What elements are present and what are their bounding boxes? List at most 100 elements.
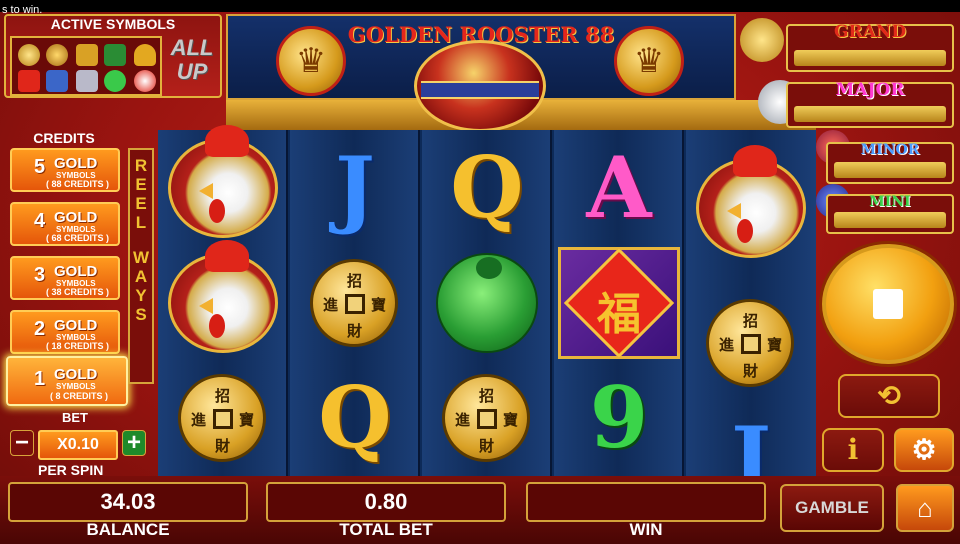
settings-button[interactable]: ⚙ <box>894 428 954 472</box>
coin-char: 財 <box>347 322 363 340</box>
jackpot-mini: MINI <box>826 194 954 234</box>
bet-value: X0.10 <box>38 430 118 460</box>
credit-option-credits: ( 68 CREDITS ) <box>46 233 110 243</box>
total-bet-value: 0.80 <box>266 482 506 522</box>
reel-symbol-fu: 福 <box>554 245 684 360</box>
letter-q-icon: Q <box>318 368 392 467</box>
credit-option-num: 4 <box>34 210 46 232</box>
home-button[interactable]: ⌂ <box>896 484 954 532</box>
active-symbols-grid <box>10 36 162 96</box>
coin-char: 財 <box>743 362 759 380</box>
credit-option-num: 5 <box>34 156 46 178</box>
jackpot-mini-bar <box>834 212 946 228</box>
coin-char: 進 <box>455 411 471 429</box>
info-button[interactable]: i <box>822 428 884 472</box>
game-frame: s to win. ACTIVE SYMBOLS ALL UP GOLDEN R… <box>0 0 960 544</box>
reel-ways-letter: Y <box>135 286 147 305</box>
credit-option-num: 3 <box>34 264 46 286</box>
credit-option-4[interactable]: 4 GOLD SYMBOLS ( 68 CREDITS ) <box>10 202 120 246</box>
spin-stop-button[interactable] <box>822 244 954 364</box>
balance-label: BALANCE <box>86 520 170 539</box>
lantern-icon <box>76 44 98 66</box>
letter-j-icon: J <box>335 138 375 237</box>
credit-option-gold: GOLD <box>54 155 98 172</box>
top-notice-bar: s to win. <box>0 0 960 16</box>
reel-2: J 招 進 寶 財 Q <box>290 130 420 476</box>
reel-ways-letter: E <box>135 175 147 194</box>
coin-char: 進 <box>323 296 339 314</box>
bet-decrease-button[interactable]: − <box>10 430 34 456</box>
letter-a-icon: A <box>586 138 652 237</box>
reel-3: Q 招 進 寶 財 <box>422 130 552 476</box>
jackpot-mini-label: MINI <box>869 194 911 210</box>
reel-symbol-jade <box>422 245 552 360</box>
jackpot-grand-label: GRAND <box>833 22 907 42</box>
reel-ways-letter: W <box>132 248 150 267</box>
credit-option-5[interactable]: 5 GOLD SYMBOLS ( 88 CREDITS ) <box>10 148 120 192</box>
reel-symbol-9: 9 <box>554 360 684 475</box>
home-icon: ⌂ <box>917 493 933 523</box>
credit-option-1[interactable]: 1 GOLD SYMBOLS ( 8 CREDITS ) <box>6 356 128 406</box>
coin-char: 進 <box>191 411 207 429</box>
letter-q-icon: Q <box>450 138 524 237</box>
balance-value: 34.03 <box>8 482 248 522</box>
jade-dragon-icon <box>436 253 538 353</box>
reel-ways-letter: A <box>134 267 148 286</box>
bet-increase-button[interactable]: + <box>122 430 146 456</box>
coin-char: 招 <box>215 387 231 405</box>
fish-icon <box>46 70 68 92</box>
reel-ways-letter: R <box>134 156 148 175</box>
coin-icon: 招 進 寶 財 <box>310 259 398 347</box>
reel-symbol-rooster <box>686 145 816 265</box>
jackpot-major-label: MAJOR <box>835 80 905 100</box>
lucky-bag-icon <box>134 44 156 66</box>
info-label: i <box>847 433 859 466</box>
rooster-medal-right-icon: ♛ <box>614 26 684 96</box>
dragon-icon <box>76 70 98 92</box>
rooster-icon <box>168 240 278 353</box>
jackpot-grand-bar <box>794 50 946 66</box>
jackpot-major-bar <box>794 106 946 122</box>
reel-symbol-rooster <box>158 125 288 245</box>
reel-ways-letter: E <box>135 194 147 213</box>
all-up-line1: ALL <box>170 35 214 60</box>
rooster-icon <box>696 145 806 258</box>
reel-symbol-q: Q <box>290 360 420 475</box>
stop-icon <box>873 289 903 319</box>
reel-5: 招 進 寶 財 J <box>686 130 816 507</box>
credits-title: CREDITS <box>33 130 95 146</box>
reel-ways-letter: L <box>135 213 147 232</box>
reel-symbol-a: A <box>554 130 684 245</box>
credit-option-credits: ( 38 CREDITS ) <box>46 287 110 297</box>
win-label: WIN <box>629 520 663 539</box>
gear-icon: ⚙ <box>911 434 937 465</box>
envelope-icon <box>18 70 40 92</box>
credit-option-3[interactable]: 3 GOLD SYMBOLS ( 38 CREDITS ) <box>10 256 120 300</box>
coin-char: 招 <box>743 312 759 330</box>
coin-char: 寶 <box>239 411 255 429</box>
coin-icon: 招 進 寶 財 <box>178 374 266 462</box>
reel-symbol-coin: 招 進 寶 財 <box>686 285 816 400</box>
gold-rooster-jackpot-icon <box>740 18 784 62</box>
coin-char: 進 <box>719 336 735 354</box>
token-icon <box>46 44 68 66</box>
reel-symbol-coin: 招 進 寶 財 <box>158 360 288 475</box>
coin-char: 招 <box>347 272 363 290</box>
coin-char: 寶 <box>371 296 387 314</box>
coin-char: 招 <box>479 387 495 405</box>
reel-area: 招 進 寶 財 J 招 進 寶 財 Q Q 招 進 寶 財 A 福 9 招 進 … <box>158 125 816 507</box>
credit-option-credits: ( 88 CREDITS ) <box>46 179 110 189</box>
credit-option-gold: GOLD <box>54 366 98 383</box>
reel-symbol-j: J <box>290 130 420 245</box>
fan-icon <box>104 44 126 66</box>
fu-char: 福 <box>597 289 641 340</box>
autoplay-button[interactable]: ⟲ <box>838 374 940 418</box>
gamble-button[interactable]: GAMBLE <box>780 484 884 532</box>
coin-icon: 招 進 寶 財 <box>706 299 794 387</box>
reel-1: 招 進 寶 財 <box>158 125 288 476</box>
reel-symbol-coin: 招 進 寶 財 <box>290 245 420 360</box>
rooster-icon <box>134 70 156 92</box>
reel-symbol-coin: 招 進 寶 財 <box>422 360 552 475</box>
credit-option-2[interactable]: 2 GOLD SYMBOLS ( 18 CREDITS ) <box>10 310 120 354</box>
reel-symbol-q: Q <box>422 130 552 245</box>
